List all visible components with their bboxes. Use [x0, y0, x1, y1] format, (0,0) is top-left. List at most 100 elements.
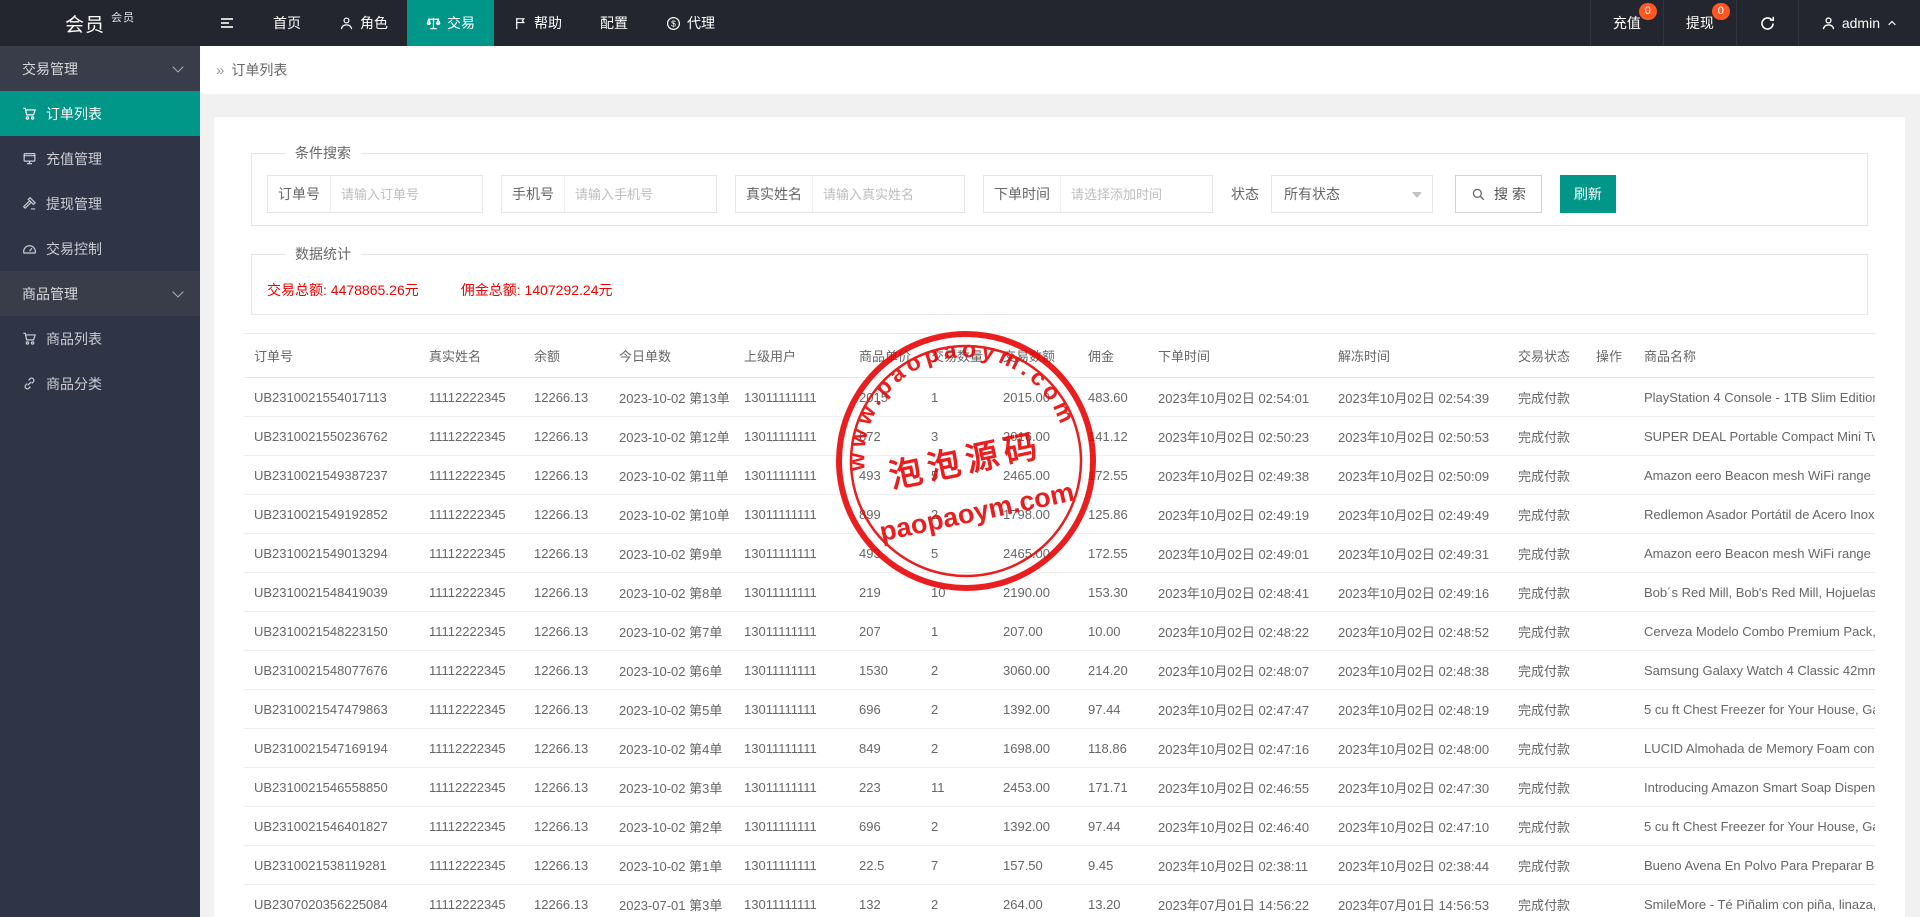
table-row: UB2310021548223150 11112222345 12266.13 202…: [244, 611, 1875, 651]
search-fieldset: 条件搜索 订单号 手机号 真实姓名 下单时间 状态 所有状态 搜 索 刷新: [251, 143, 1868, 226]
search-row: 订单号 手机号 真实姓名 下单时间 状态 所有状态 搜 索 刷新: [267, 175, 1852, 213]
cell-order-no: UB2310021546401827: [244, 806, 419, 846]
status-select[interactable]: 所有状态: [1271, 175, 1433, 213]
cell-today-orders: 2023-10-02 第9单: [609, 533, 734, 573]
cell-action: [1586, 689, 1634, 729]
cell-order-time: 2023年10月02日 02:48:07: [1148, 650, 1328, 690]
cell-commission: 13.20: [1078, 884, 1148, 917]
cell-commission: 118.86: [1078, 728, 1148, 768]
stats-fieldset: 数据统计 交易总额: 4478865.26元 佣金总额: 1407292.24元: [251, 244, 1868, 315]
cell-product-name: Cerveza Modelo Combo Premium Pack, 12 Bo…: [1634, 611, 1875, 651]
cell-real-name: 11112222345: [419, 689, 524, 729]
cell-parent-user: 13011111111: [734, 806, 849, 846]
cell-balance: 12266.13: [524, 689, 609, 729]
phone-input[interactable]: [564, 176, 716, 212]
cell-today-orders: 2023-10-02 第11单: [609, 455, 734, 495]
cell-trade-status: 完成付款: [1508, 611, 1586, 651]
sidebar-item-trade-control[interactable]: 交易控制: [0, 226, 200, 271]
nav-item-home[interactable]: 首页: [254, 0, 320, 46]
cell-action: [1586, 533, 1634, 573]
cell-unfreeze-time: 2023年10月02日 02:47:10: [1328, 806, 1508, 846]
app-logo: 会员 会员: [0, 0, 200, 46]
refresh-page-button[interactable]: [1735, 0, 1798, 46]
user-menu[interactable]: admin: [1797, 0, 1920, 46]
field-label: 手机号: [512, 186, 554, 202]
link-icon: [22, 376, 37, 391]
cart-icon: [22, 106, 37, 121]
cell-real-name: 11112222345: [419, 494, 524, 534]
cell-today-orders: 2023-10-02 第12单: [609, 416, 734, 456]
cell-commission: 214.20: [1078, 650, 1148, 690]
cell-unfreeze-time: 2023年10月02日 02:48:00: [1328, 728, 1508, 768]
real-name-input[interactable]: [812, 176, 964, 212]
cell-order-no: UB2310021549013294: [244, 533, 419, 573]
cell-order-no: UB2307020356225084: [244, 884, 419, 917]
cell-unit-price: 696: [849, 806, 921, 846]
refresh-icon: [1759, 15, 1776, 32]
sidebar: 交易管理 订单列表充值管理提现管理 交易控制 商品管理 商品列表 商品分类: [0, 46, 200, 917]
cell-parent-user: 13011111111: [734, 767, 849, 807]
cell-trade-amount: 2016.00: [993, 416, 1078, 456]
sidebar-item-recharge-manage[interactable]: 充值管理: [0, 136, 200, 181]
sidebar-item-withdraw-manage[interactable]: 提现管理: [0, 181, 200, 226]
cell-trade-amount: 2465.00: [993, 455, 1078, 495]
chevron-up-icon: [1886, 17, 1898, 29]
cell-order-time: 2023年10月02日 02:48:22: [1148, 611, 1328, 651]
column-header-action: 操作: [1586, 333, 1634, 378]
column-header-trade-amount: 交易数额: [993, 333, 1078, 378]
cell-real-name: 11112222345: [419, 728, 524, 768]
cell-today-orders: 2023-10-02 第13单: [609, 377, 734, 417]
sidebar-item-label: 充值管理: [46, 150, 102, 167]
sidebar-item-goods-category[interactable]: 商品分类: [0, 361, 200, 406]
refresh-button[interactable]: 刷新: [1559, 175, 1616, 213]
sidebar-item-order-list[interactable]: 订单列表: [0, 91, 200, 136]
nav-item-agent[interactable]: $ 代理: [647, 0, 734, 46]
search-button[interactable]: 搜 索: [1455, 175, 1542, 213]
breadcrumb-icon: »: [216, 61, 225, 79]
cell-parent-user: 13011111111: [734, 494, 849, 534]
user-name: admin: [1841, 15, 1880, 31]
cell-commission: 141.12: [1078, 416, 1148, 456]
user-icon: [1821, 16, 1836, 31]
cell-commission: 9.45: [1078, 845, 1148, 885]
cell-action: [1586, 845, 1634, 885]
nav-item-trade[interactable]: 交易: [407, 0, 494, 46]
cell-product-name: PlayStation 4 Console - 1TB Slim Edition: [1634, 377, 1875, 417]
cell-unfreeze-time: 2023年07月01日 14:56:53: [1328, 884, 1508, 917]
cell-product-name: Samsung Galaxy Watch 4 Classic 42mm Smar…: [1634, 650, 1875, 690]
recharge-menu[interactable]: 充值 0: [1589, 0, 1663, 46]
cell-today-orders: 2023-10-02 第8单: [609, 572, 734, 612]
sidebar-item-goods-manage[interactable]: 商品管理: [0, 271, 200, 316]
nav-item-role[interactable]: 角色: [320, 0, 407, 46]
cell-trade-qty: 2: [921, 806, 993, 846]
cell-order-no: UB2310021546558850: [244, 767, 419, 807]
cell-unit-price: 493: [849, 533, 921, 573]
sidebar-toggle[interactable]: [200, 0, 254, 46]
cell-unit-price: 207: [849, 611, 921, 651]
cell-trade-qty: 2: [921, 728, 993, 768]
table-row: UB2310021550236762 11112222345 12266.13 202…: [244, 416, 1875, 456]
cell-real-name: 11112222345: [419, 377, 524, 417]
cell-order-no: UB2310021554017113: [244, 377, 419, 417]
cart-icon: [22, 331, 37, 346]
cell-parent-user: 13011111111: [734, 611, 849, 651]
cell-today-orders: 2023-10-02 第4单: [609, 728, 734, 768]
cell-balance: 12266.13: [524, 377, 609, 417]
order-time-input[interactable]: [1060, 176, 1212, 212]
cell-trade-qty: 1: [921, 377, 993, 417]
nav-item-help[interactable]: 帮助: [494, 0, 581, 46]
order-no-input[interactable]: [330, 176, 482, 212]
cell-trade-status: 完成付款: [1508, 416, 1586, 456]
sidebar-item-goods-list[interactable]: 商品列表: [0, 316, 200, 361]
cell-order-time: 2023年07月01日 14:56:22: [1148, 884, 1328, 917]
withdraw-menu[interactable]: 提现 0: [1662, 0, 1736, 46]
cell-trade-amount: 3060.00: [993, 650, 1078, 690]
nav-item-config[interactable]: 配置: [581, 0, 647, 46]
cell-real-name: 11112222345: [419, 455, 524, 495]
cell-product-name: Bueno Avena En Polvo Para Preparar Bebid…: [1634, 845, 1875, 885]
cell-order-no: UB2310021547169194: [244, 728, 419, 768]
sidebar-item-trade-manage[interactable]: 交易管理: [0, 46, 200, 91]
table-row: UB2310021547169194 11112222345 12266.13 202…: [244, 728, 1875, 768]
cell-balance: 12266.13: [524, 845, 609, 885]
cell-trade-status: 完成付款: [1508, 689, 1586, 729]
